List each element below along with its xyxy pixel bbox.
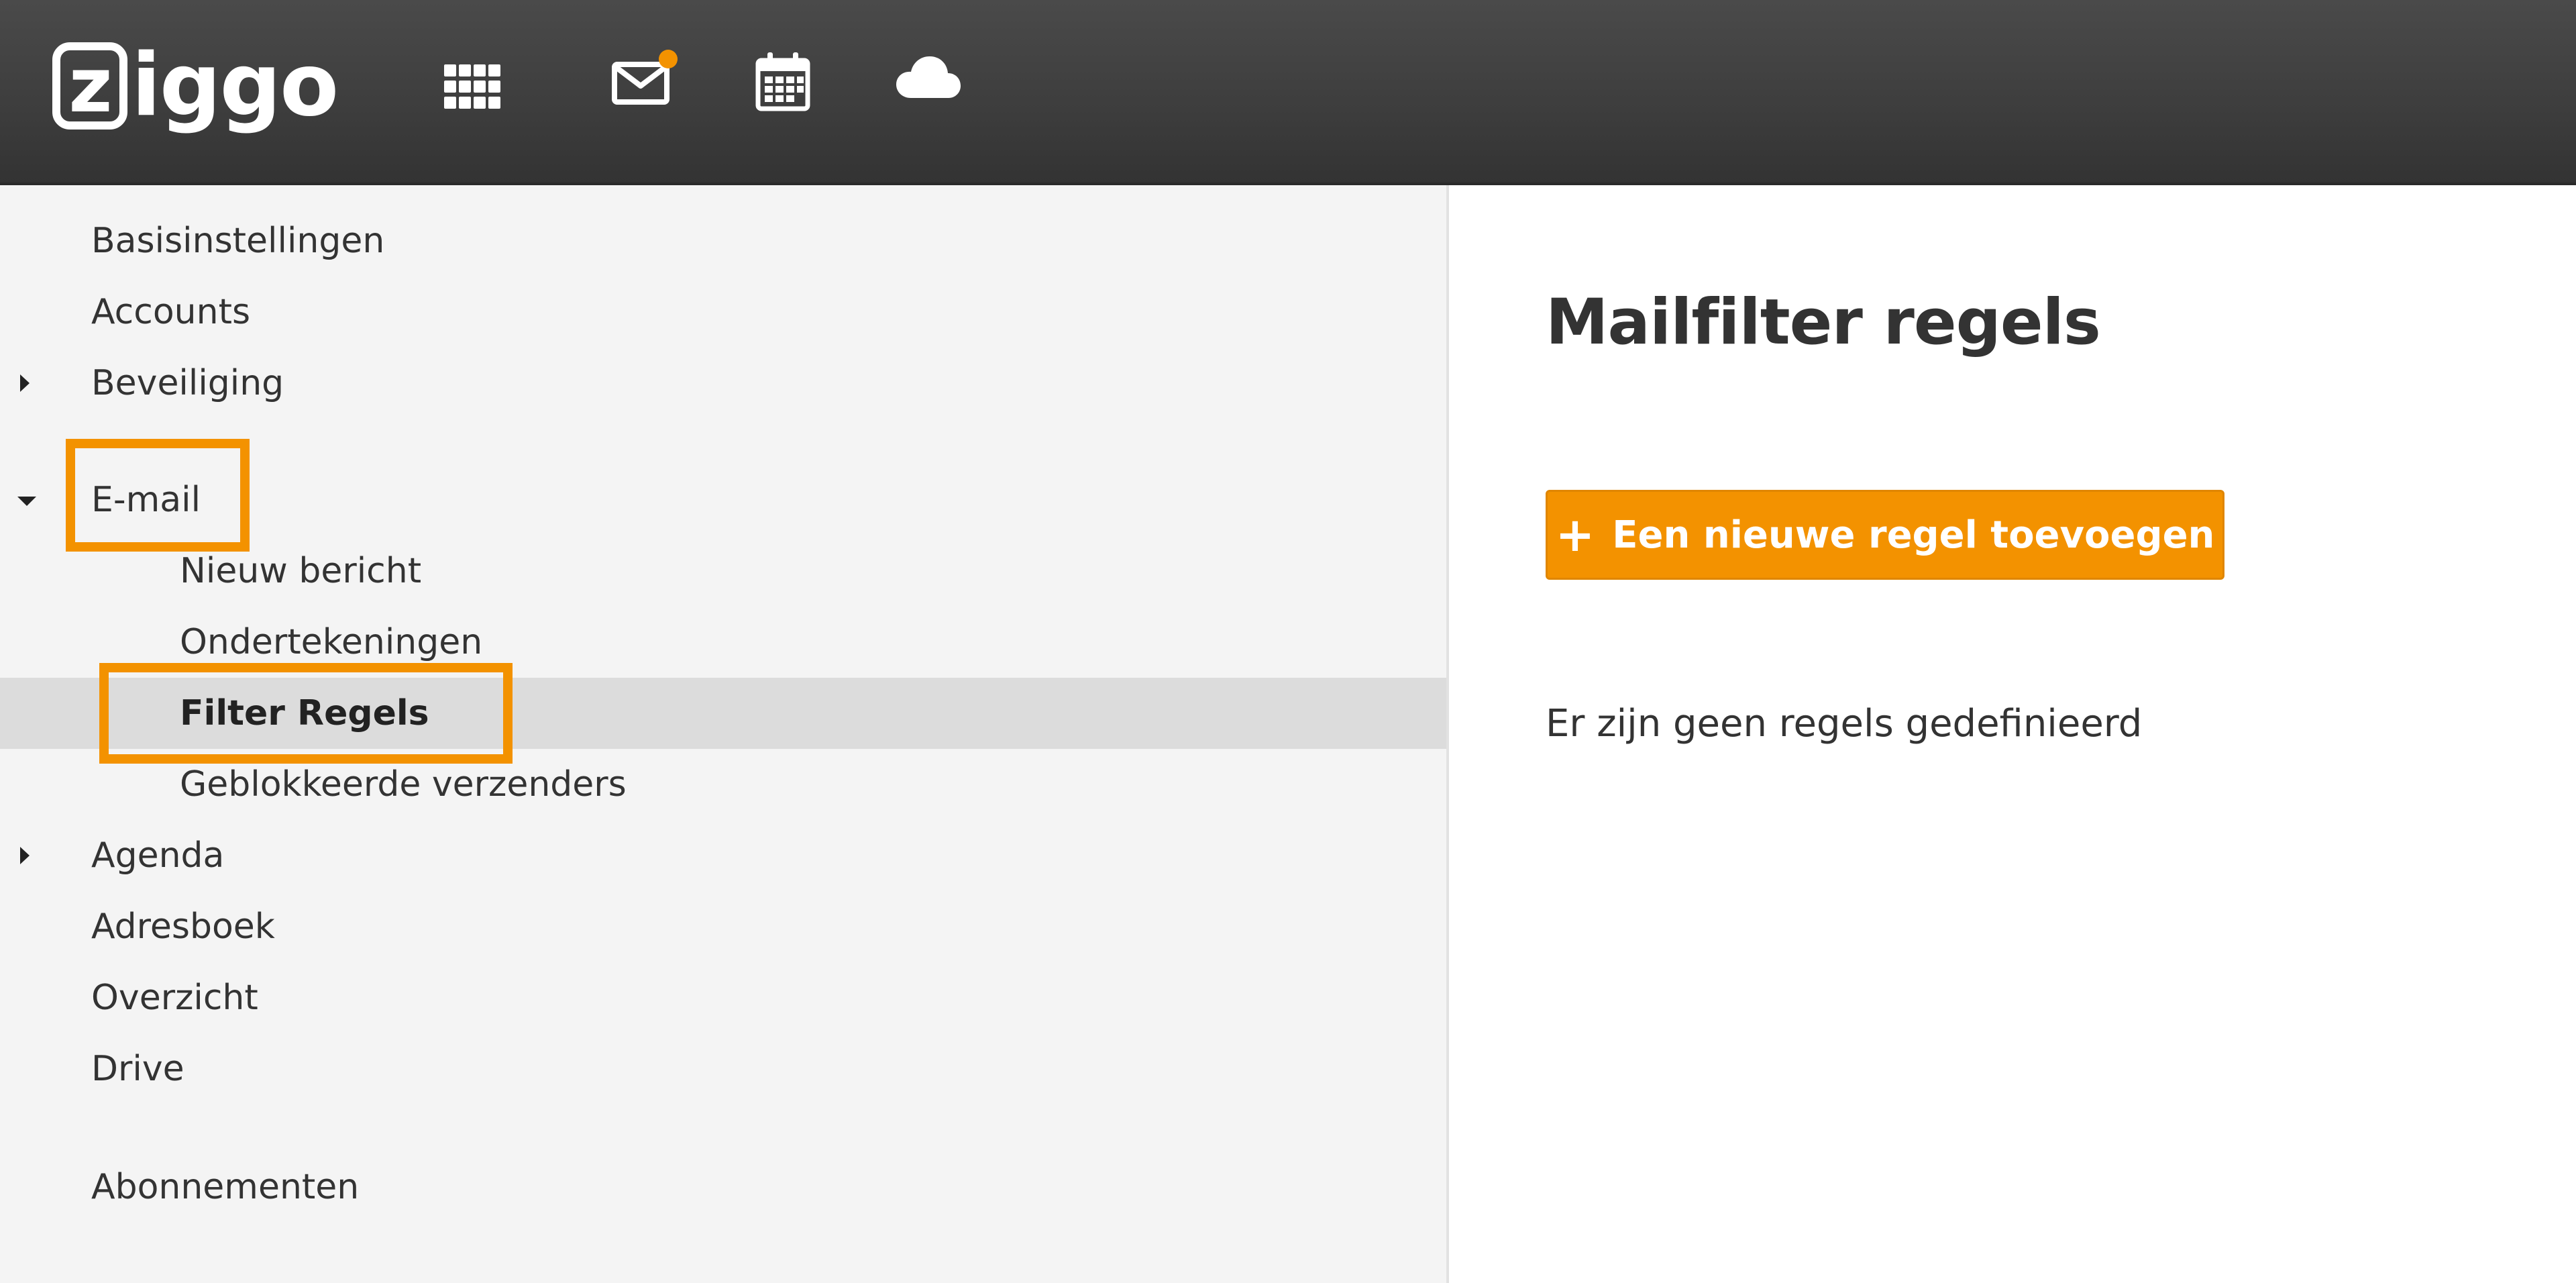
caret-right-icon[interactable] xyxy=(20,374,30,392)
logo-letter: z xyxy=(52,42,127,130)
calendar-icon[interactable] xyxy=(754,51,812,111)
sidebar-item-overzicht[interactable]: Overzicht xyxy=(0,962,1446,1033)
mail-icon[interactable] xyxy=(610,48,678,109)
add-rule-button-label: Een nieuwe regel toevoegen xyxy=(1612,513,2215,557)
caret-down-icon[interactable] xyxy=(17,497,36,506)
sidebar-item-basisinstellingen[interactable]: Basisinstellingen xyxy=(0,205,1446,276)
sidebar-item-drive[interactable]: Drive xyxy=(0,1033,1446,1105)
plus-icon: + xyxy=(1555,507,1595,562)
sidebar-item-geblokkeerde-verzenders[interactable]: Geblokkeerde verzenders xyxy=(0,749,1446,820)
sidebar-item-label: Adresboek xyxy=(91,907,275,947)
mail-notification-dot xyxy=(659,50,678,68)
ziggo-logo[interactable]: z iggo xyxy=(52,36,339,136)
sidebar-item-label: E-mail xyxy=(91,480,201,520)
empty-rules-message: Er zijn geen regels gedefinieerd xyxy=(1546,702,2143,746)
sidebar-item-filter-regels[interactable]: Filter Regels xyxy=(0,678,1446,749)
cloud-icon[interactable] xyxy=(895,54,962,101)
sidebar-item-label: Abonnementen xyxy=(91,1167,360,1207)
sidebar-item-label: Agenda xyxy=(91,835,225,876)
page-title: Mailfilter regels xyxy=(1546,286,2101,359)
sidebar-item-label: Geblokkeerde verzenders xyxy=(180,764,627,805)
sidebar-item-adresboek[interactable]: Adresboek xyxy=(0,891,1446,962)
sidebar-item-beveiliging[interactable]: Beveiliging xyxy=(0,348,1446,419)
sidebar-item-abonnementen[interactable]: Abonnementen xyxy=(0,1151,1446,1223)
sidebar-item-nieuw-bericht[interactable]: Nieuw bericht xyxy=(0,535,1446,607)
sidebar-item-email[interactable]: E-mail xyxy=(0,464,1446,535)
add-rule-button[interactable]: + Een nieuwe regel toevoegen xyxy=(1546,490,2224,580)
sidebar-item-label: Beveiliging xyxy=(91,363,284,403)
sidebar-item-label: Ondertekeningen xyxy=(180,622,483,662)
sidebar-item-label: Nieuw bericht xyxy=(180,551,422,591)
sidebar-item-agenda[interactable]: Agenda xyxy=(0,820,1446,891)
apps-grid-icon[interactable] xyxy=(443,62,502,113)
logo-text: iggo xyxy=(131,36,339,136)
main-content: Mailfilter regels + Een nieuwe regel toe… xyxy=(1449,185,2576,1283)
sidebar-item-ondertekeningen[interactable]: Ondertekeningen xyxy=(0,607,1446,678)
caret-right-icon[interactable] xyxy=(20,847,30,864)
sidebar-item-label: Overzicht xyxy=(91,978,258,1018)
settings-sidebar: Basisinstellingen Accounts Beveiliging E… xyxy=(0,185,1449,1283)
sidebar-item-label: Basisinstellingen xyxy=(91,221,385,261)
sidebar-item-label: Accounts xyxy=(91,292,251,332)
sidebar-item-accounts[interactable]: Accounts xyxy=(0,276,1446,348)
sidebar-item-label: Filter Regels xyxy=(180,693,429,733)
sidebar-item-label: Drive xyxy=(91,1049,184,1089)
top-bar: z iggo xyxy=(0,0,2576,185)
